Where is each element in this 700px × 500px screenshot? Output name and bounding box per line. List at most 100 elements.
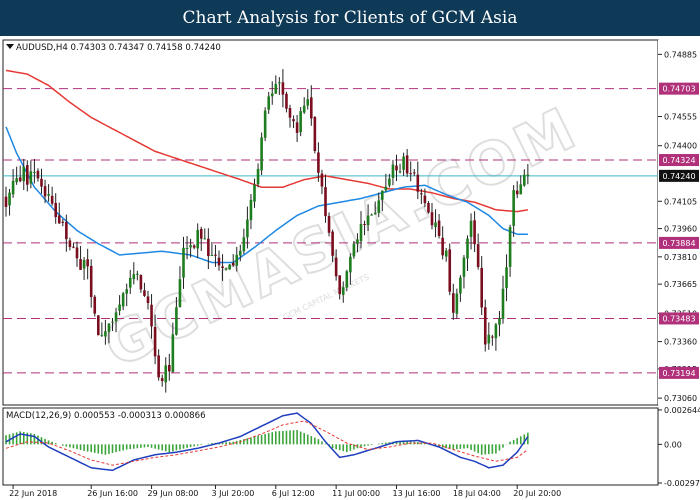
bear-candle-body (40, 178, 43, 187)
time-tick-label: 20 Jul 20:00 (513, 489, 561, 498)
bull-candle-body (111, 321, 114, 323)
bull-candle-body (178, 279, 182, 307)
bull-candle-body (398, 171, 402, 173)
bull-candle-body (345, 271, 349, 288)
bear-candle-body (405, 155, 409, 174)
bear-candle-body (292, 119, 295, 122)
price-tick-label: 0.73060 (664, 394, 697, 403)
candle (97, 315, 100, 336)
bull-candle-body (175, 307, 178, 335)
time-tick-label: 29 Jun 08:00 (148, 489, 199, 498)
bear-candle-body (61, 221, 65, 223)
price-tick-label: 0.74105 (664, 197, 697, 206)
bear-candle-body (93, 296, 97, 314)
bull-candle-body (349, 256, 352, 273)
bear-candle-body (334, 257, 338, 277)
bear-candle-body (480, 267, 483, 308)
bull-candle-body (224, 268, 228, 270)
bull-candle-body (210, 254, 214, 256)
bull-candle-body (267, 96, 270, 110)
bear-candle-body (65, 222, 68, 240)
bull-candle-body (487, 334, 491, 344)
bull-candle-body (228, 264, 231, 270)
bull-candle-body (501, 288, 505, 319)
bear-candle-body (285, 93, 288, 109)
bull-candle-body (466, 238, 469, 259)
time-tick-label: 26 Jun 16:00 (87, 489, 138, 498)
bull-candle-body (82, 260, 86, 269)
bear-candle-body (50, 195, 54, 204)
bull-candle-body (249, 199, 253, 221)
bull-candle-body (104, 331, 107, 337)
bear-candle-body (153, 327, 157, 357)
bear-candle-body (26, 165, 29, 185)
level-label: 0.73884 (662, 239, 695, 248)
bull-candle-body (459, 277, 462, 294)
bear-candle-body (72, 246, 75, 248)
bull-candle-body (494, 324, 498, 339)
macd-header: MACD(12,26,9) 0.000553 -0.000313 0.00086… (6, 411, 206, 421)
bull-candle-body (402, 156, 405, 170)
bull-candle-body (171, 334, 175, 372)
bear-candle-body (437, 220, 441, 237)
bear-candle-body (324, 187, 327, 217)
bull-candle-body (498, 318, 501, 325)
time-tick-label: 3 Jul 20:00 (211, 489, 254, 498)
bull-candle-body (373, 212, 377, 215)
bull-candle-body (246, 219, 249, 238)
price-axis-strip (658, 40, 700, 405)
level-label: 0.74324 (662, 156, 695, 165)
bull-candle-body (299, 111, 302, 133)
bull-candle-body (132, 274, 136, 280)
bear-candle-body (327, 215, 331, 233)
bear-candle-body (483, 307, 487, 345)
bear-candle-body (146, 296, 150, 304)
bull-candle-body (455, 293, 459, 314)
bull-candle-body (242, 237, 246, 252)
bear-candle-body (423, 195, 427, 204)
bull-candle-body (33, 171, 36, 173)
bull-candle-body (306, 99, 310, 106)
macd-tick-label: -0.002970 (664, 479, 700, 488)
bear-candle-body (192, 245, 196, 248)
bear-candle-body (331, 231, 334, 256)
price-tick-label: 0.73665 (664, 280, 697, 289)
bear-candle-body (199, 228, 203, 239)
bull-candle-body (366, 215, 370, 226)
bull-candle-body (341, 287, 345, 295)
bull-candle-body (377, 200, 381, 213)
candle (483, 299, 487, 352)
bull-candle-body (391, 164, 395, 178)
bear-candle-body (288, 108, 292, 118)
level-label: 0.73483 (662, 314, 695, 323)
bear-candle-body (310, 97, 313, 119)
bull-candle-body (121, 293, 125, 307)
bear-candle-body (168, 364, 171, 372)
bear-candle-body (441, 237, 444, 256)
bear-candle-body (79, 259, 82, 270)
bear-candle-body (313, 116, 317, 152)
bull-candle-body (203, 238, 207, 240)
price-tick-label: 0.74555 (664, 113, 697, 122)
bull-candle-body (356, 239, 359, 244)
bear-candle-body (317, 152, 320, 173)
bear-candle-body (54, 202, 57, 218)
bull-candle-body (125, 289, 128, 294)
bear-candle-body (207, 238, 210, 257)
macd-tick-label: 0.00 (664, 440, 682, 449)
bear-candle-body (36, 170, 40, 179)
chart-banner-title: Chart Analysis for Clients of GCM Asia (0, 0, 700, 36)
bear-candle-body (416, 174, 420, 192)
bull-candle-body (508, 227, 512, 267)
price-tick-label: 0.73360 (664, 338, 697, 347)
chart-symbol-header: AUDUSD,H4 0.74303 0.74347 0.74158 0.7424… (16, 43, 221, 53)
time-tick-label: 11 Jul 00:00 (332, 489, 380, 498)
bear-candle-body (452, 293, 455, 313)
bull-candle-body (189, 245, 192, 248)
bull-candle-body (239, 250, 242, 256)
bull-candle-body (302, 105, 306, 113)
time-tick-label: 6 Jul 12:00 (272, 489, 315, 498)
bull-candle-body (505, 267, 508, 289)
bear-candle-body (320, 173, 324, 187)
bull-candle-body (434, 222, 437, 228)
